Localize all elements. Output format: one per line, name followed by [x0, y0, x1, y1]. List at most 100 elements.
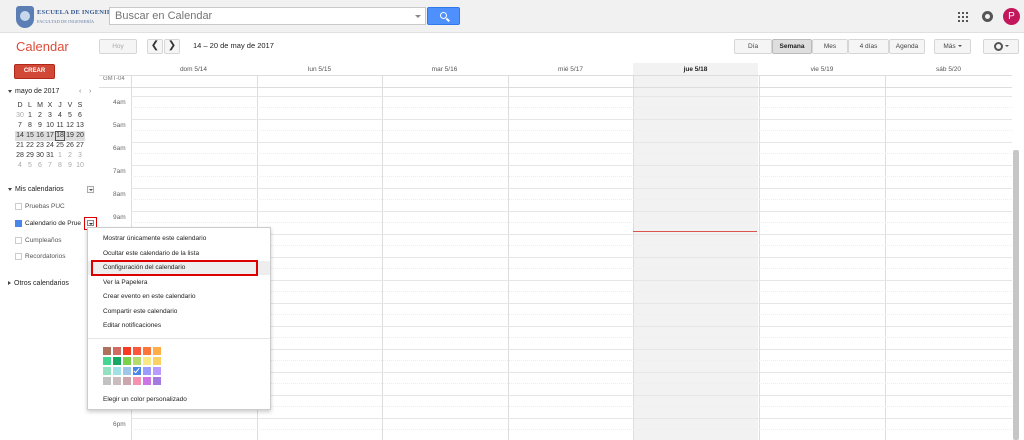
color-swatch[interactable] [153, 367, 161, 375]
color-swatch[interactable] [153, 377, 161, 385]
mini-day[interactable]: 8 [55, 161, 65, 171]
color-swatch[interactable] [143, 357, 151, 365]
color-swatch[interactable] [113, 347, 121, 355]
mini-day-today[interactable]: 18 [55, 131, 65, 141]
menu-item-share[interactable]: Compartir este calendario [88, 305, 270, 319]
mini-day[interactable]: 19 [65, 131, 75, 141]
menu-item-create-event[interactable]: Crear evento en este calendario [88, 290, 270, 304]
mini-day[interactable]: 29 [25, 151, 35, 161]
mini-day[interactable]: 27 [75, 141, 85, 151]
mini-day[interactable]: 11 [55, 121, 65, 131]
create-button[interactable]: CREAR [14, 64, 55, 79]
menu-item-show-only[interactable]: Mostrar únicamente este calendario [88, 232, 270, 246]
view-day-button[interactable]: Día [734, 39, 772, 54]
grid-scrollbar[interactable] [1013, 150, 1019, 440]
mini-day[interactable]: 31 [45, 151, 55, 161]
mini-day[interactable]: 4 [15, 161, 25, 171]
notifications-icon[interactable] [982, 11, 993, 22]
color-swatch[interactable] [133, 377, 141, 385]
view-agenda-button[interactable]: Agenda [889, 39, 925, 54]
color-swatch[interactable] [103, 367, 111, 375]
mini-day[interactable]: 10 [75, 161, 85, 171]
color-swatch[interactable] [103, 357, 111, 365]
mini-day[interactable]: 23 [35, 141, 45, 151]
color-swatch[interactable] [123, 377, 131, 385]
color-swatch[interactable] [113, 367, 121, 375]
mini-day[interactable]: 7 [45, 161, 55, 171]
view-4days-button[interactable]: 4 días [848, 39, 889, 54]
mini-day[interactable]: 6 [35, 161, 45, 171]
day-header[interactable]: vie 5/19 [759, 66, 885, 73]
search-input[interactable] [110, 8, 400, 24]
mini-day[interactable]: 28 [15, 151, 25, 161]
mini-day[interactable]: 5 [25, 161, 35, 171]
search-options-icon[interactable] [415, 15, 421, 18]
more-button[interactable]: Más [934, 39, 971, 54]
mini-day[interactable]: 12 [65, 121, 75, 131]
my-calendars-menu-button[interactable] [87, 186, 94, 193]
mini-day[interactable]: 1 [25, 111, 35, 121]
day-header[interactable]: mié 5/17 [508, 66, 633, 73]
settings-button[interactable] [983, 39, 1019, 54]
view-month-button[interactable]: Mes [812, 39, 848, 54]
mini-day[interactable]: 9 [35, 121, 45, 131]
calendar-checkbox[interactable] [15, 203, 22, 210]
mini-day[interactable]: 9 [65, 161, 75, 171]
day-header[interactable]: mar 5/16 [382, 66, 507, 73]
mini-day[interactable]: 16 [35, 131, 45, 141]
calendar-item-pruebas-puc[interactable]: Pruebas PUC [15, 203, 65, 210]
next-week-button[interactable]: ❯ [164, 39, 180, 54]
mini-day[interactable]: 21 [15, 141, 25, 151]
mini-day[interactable]: 22 [25, 141, 35, 151]
mini-day[interactable]: 13 [75, 121, 85, 131]
menu-item-custom-color[interactable]: Elegir un color personalizado [103, 396, 187, 403]
mini-day[interactable]: 4 [55, 111, 65, 121]
my-calendars-header[interactable]: Mis calendarios [8, 186, 64, 193]
mini-day[interactable]: 15 [25, 131, 35, 141]
calendar-checkbox[interactable] [15, 237, 22, 244]
mini-day[interactable]: 7 [15, 121, 25, 131]
other-calendars-header[interactable]: Otros calendarios [8, 280, 69, 287]
color-swatch[interactable] [153, 357, 161, 365]
calendar-checkbox[interactable] [15, 253, 22, 260]
mini-calendar-header[interactable]: mayo de 2017 [8, 88, 59, 95]
mini-day[interactable]: 5 [65, 111, 75, 121]
mini-prev-button[interactable]: ‹ [79, 88, 81, 95]
color-swatch[interactable] [123, 347, 131, 355]
calendar-checkbox[interactable] [15, 220, 22, 227]
day-header-today[interactable]: jue 5/18 [633, 66, 758, 73]
mini-day[interactable]: 30 [35, 151, 45, 161]
color-swatch[interactable] [113, 357, 121, 365]
color-swatch[interactable] [113, 377, 121, 385]
mini-day[interactable]: 10 [45, 121, 55, 131]
mini-day[interactable]: 17 [45, 131, 55, 141]
school-logo[interactable]: ESCUELA DE INGENIERÍA FACULTAD DE INGENI… [16, 3, 124, 30]
prev-week-button[interactable]: ❮ [147, 39, 163, 54]
mini-day[interactable]: 20 [75, 131, 85, 141]
mini-day[interactable]: 25 [55, 141, 65, 151]
calendar-item-cumpleanos[interactable]: Cumpleaños [15, 237, 62, 244]
apps-grid-icon[interactable] [958, 12, 968, 22]
color-swatch[interactable] [133, 347, 141, 355]
color-swatch[interactable] [103, 377, 111, 385]
color-swatch[interactable] [103, 347, 111, 355]
color-swatch[interactable] [143, 347, 151, 355]
day-header[interactable]: lun 5/15 [257, 66, 382, 73]
color-swatch[interactable] [123, 357, 131, 365]
view-week-button[interactable]: Semana [772, 39, 812, 54]
mini-day[interactable]: 3 [75, 151, 85, 161]
mini-day[interactable]: 26 [65, 141, 75, 151]
mini-day[interactable]: 2 [35, 111, 45, 121]
calendar-item-recordatorios[interactable]: Recordatorios [15, 253, 65, 260]
menu-item-hide-from-list[interactable]: Ocultar este calendario de la lista [88, 247, 270, 261]
today-button[interactable]: Hoy [99, 39, 137, 54]
color-swatch[interactable] [153, 347, 161, 355]
mini-day[interactable]: 6 [75, 111, 85, 121]
mini-next-button[interactable]: › [89, 88, 91, 95]
day-header[interactable]: sáb 5/20 [885, 66, 1012, 73]
mini-day[interactable]: 1 [55, 151, 65, 161]
color-swatch[interactable] [133, 357, 141, 365]
menu-item-edit-notifications[interactable]: Editar notificaciones [88, 319, 270, 333]
color-swatch[interactable] [123, 367, 131, 375]
color-swatch[interactable] [143, 377, 151, 385]
